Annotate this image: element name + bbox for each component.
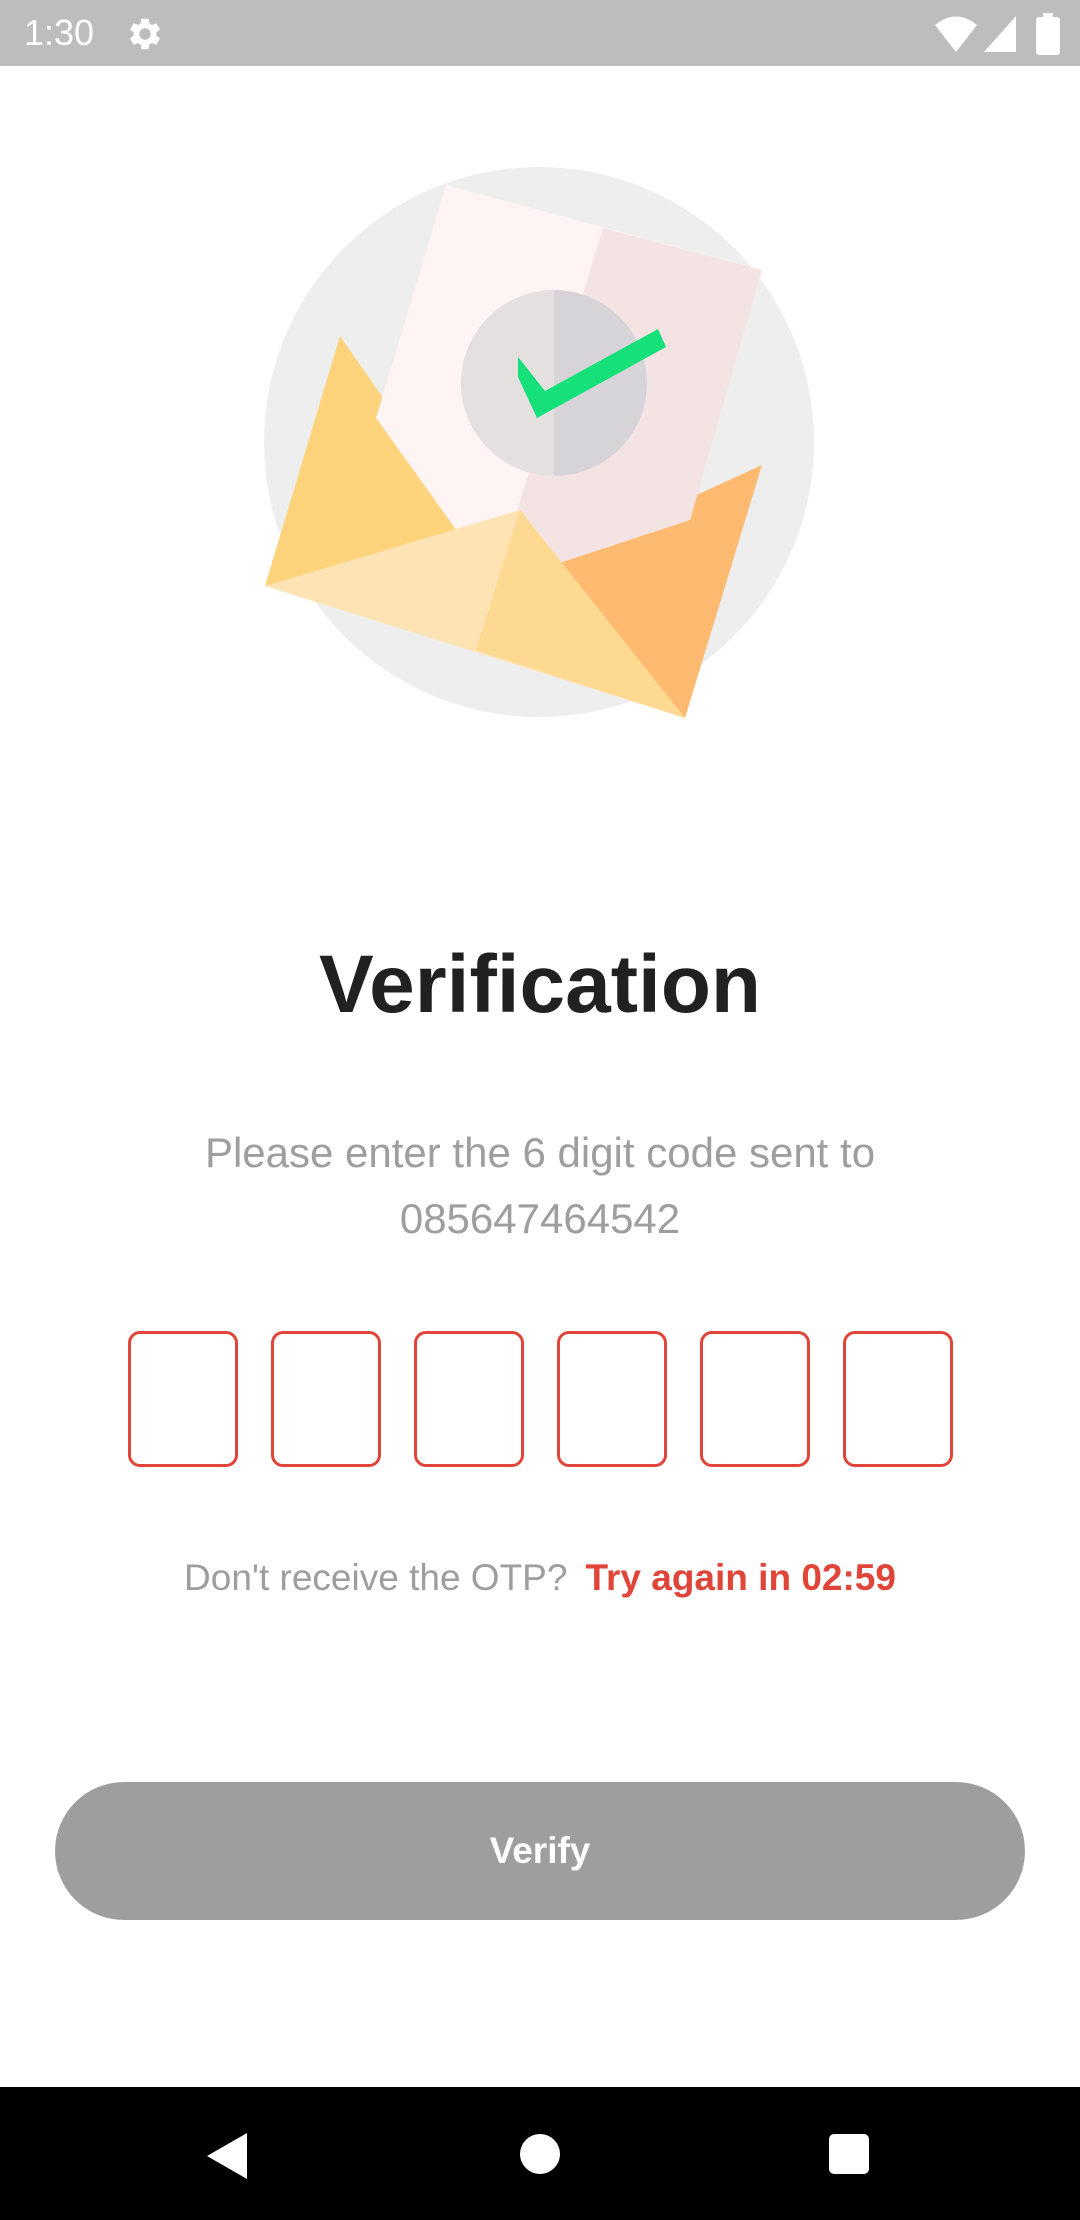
status-bar: 1:30 — [0, 0, 1080, 66]
otp-input-group — [128, 1331, 953, 1467]
recents-icon[interactable] — [829, 2134, 869, 2174]
page-title: Verification — [318, 939, 762, 1030]
gear-icon — [130, 18, 160, 50]
wifi-icon — [935, 16, 977, 52]
signal-icon — [984, 16, 1016, 52]
otp-digit-2[interactable] — [271, 1331, 381, 1467]
phone-number: 085647464542 — [399, 1195, 681, 1242]
instruction-text: Please enter the 6 digit code sent to 08… — [120, 1120, 960, 1252]
status-time: 1:30 — [24, 12, 95, 53]
resend-row: Don't receive the OTP? Try again in 02:59 — [0, 1550, 1080, 1606]
envelope-check-illustration — [264, 167, 814, 718]
battery-icon — [1036, 13, 1060, 55]
back-icon[interactable] — [205, 2131, 249, 2181]
resend-timer-link[interactable]: Try again in 02:59 — [585, 1557, 896, 1598]
otp-digit-6[interactable] — [843, 1331, 953, 1467]
resend-prompt: Don't receive the OTP? — [184, 1557, 568, 1598]
otp-digit-1[interactable] — [128, 1331, 238, 1467]
verify-button[interactable]: Verify — [55, 1782, 1025, 1920]
otp-digit-4[interactable] — [557, 1331, 667, 1467]
otp-digit-5[interactable] — [700, 1331, 810, 1467]
navigation-bar — [0, 2087, 1080, 2220]
home-icon[interactable] — [520, 2134, 560, 2174]
otp-digit-3[interactable] — [414, 1331, 524, 1467]
instruction-line: Please enter the 6 digit code sent to — [204, 1129, 876, 1176]
